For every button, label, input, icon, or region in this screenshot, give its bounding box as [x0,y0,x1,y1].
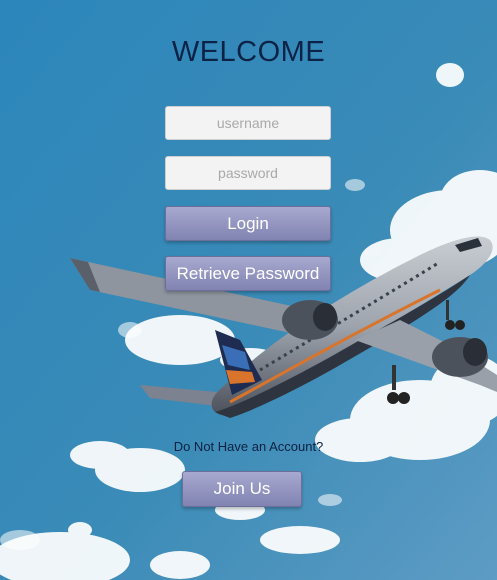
login-panel: WELCOME Login Retrieve Password Do Not H… [0,0,497,580]
login-button[interactable]: Login [165,206,331,241]
username-input[interactable] [165,106,331,140]
page-title: WELCOME [171,36,326,68]
retrieve-password-button[interactable]: Retrieve Password [165,256,331,291]
signup-prompt: Do Not Have an Account? [173,439,324,454]
password-input[interactable] [165,156,331,190]
join-us-button[interactable]: Join Us [182,471,302,507]
